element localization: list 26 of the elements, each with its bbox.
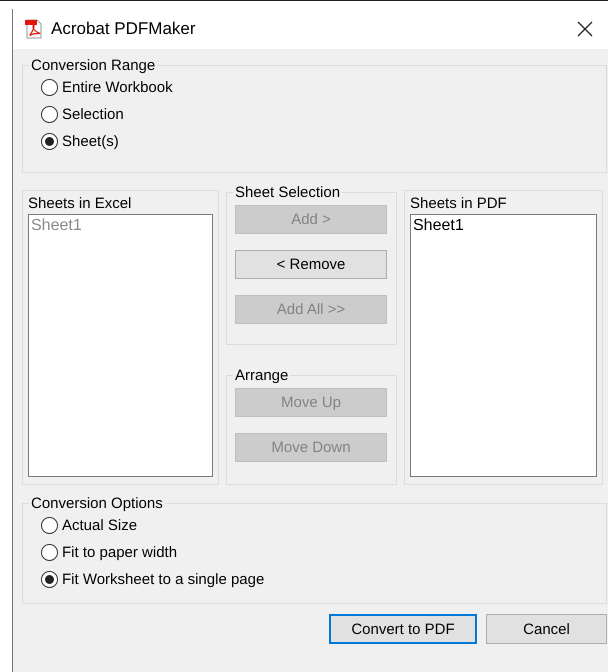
radio-option[interactable]: Sheet(s) xyxy=(41,128,606,155)
list-label: Sheets in Excel xyxy=(28,195,132,212)
pdf-icon xyxy=(25,19,43,39)
radio-button[interactable] xyxy=(41,571,58,588)
radio-option[interactable]: Fit Worksheet to a single page xyxy=(41,566,606,593)
list-item[interactable]: Sheet1 xyxy=(413,217,594,235)
group-label: Arrange xyxy=(234,367,290,384)
radio-option[interactable]: Selection xyxy=(41,101,606,128)
group-label: Conversion Options xyxy=(30,495,164,512)
radio-option[interactable]: Fit to paper width xyxy=(41,539,606,566)
group-label: Conversion Range xyxy=(30,57,156,74)
radio-option[interactable]: Actual Size xyxy=(41,512,606,539)
group-label: Sheet Selection xyxy=(234,184,342,201)
sheet-list[interactable]: Sheet1 xyxy=(410,214,597,477)
dialog-button[interactable]: Cancel xyxy=(486,614,607,644)
window-title: Acrobat PDFMaker xyxy=(51,19,196,39)
radio-button[interactable] xyxy=(41,106,58,123)
radio-button[interactable] xyxy=(41,517,58,534)
radio-button[interactable] xyxy=(41,133,58,150)
radio-button[interactable] xyxy=(41,79,58,96)
list-label: Sheets in PDF xyxy=(410,195,508,212)
dialog-button[interactable]: Convert to PDF xyxy=(329,614,477,644)
radio-button[interactable] xyxy=(41,544,58,561)
close-icon xyxy=(577,21,593,37)
radio-option[interactable]: Entire Workbook xyxy=(41,74,606,101)
action-button[interactable]: < Remove xyxy=(235,250,387,279)
